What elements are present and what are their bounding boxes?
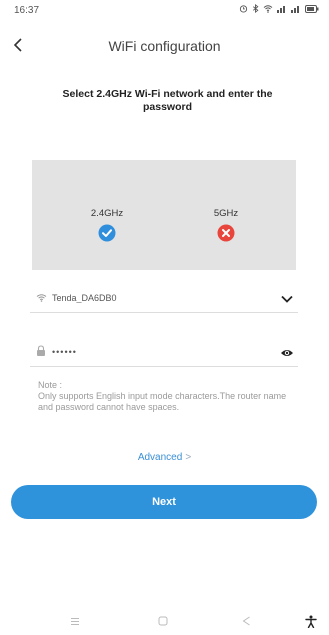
note-title: Note : — [38, 380, 63, 390]
lock-icon — [37, 345, 45, 356]
menu-icon — [71, 617, 79, 625]
wifi-select-dropdown[interactable] — [278, 290, 296, 308]
toggle-password-visibility[interactable] — [278, 344, 296, 362]
advanced-link[interactable]: Advanced > — [0, 452, 329, 463]
chevron-right-icon: > — [185, 452, 192, 463]
battery-icon — [305, 4, 319, 13]
band-label: 5GHz — [213, 208, 239, 219]
note-body: Only supports English input mode charact… — [38, 391, 287, 412]
status-bar: 16:37 — [0, 0, 329, 22]
signal-icon — [277, 6, 285, 13]
header: WiFi configuration — [0, 30, 329, 60]
signal-icon — [291, 6, 299, 13]
password-input[interactable] — [52, 347, 252, 357]
check-icon — [98, 224, 116, 242]
advanced-label: Advanced — [137, 452, 183, 463]
password-field[interactable] — [30, 338, 298, 367]
band-label: 2.4GHz — [90, 208, 124, 219]
band-5ghz: 5GHz — [196, 208, 256, 242]
back-icon — [242, 616, 250, 626]
wifi-icon — [36, 294, 47, 302]
nav-home-button[interactable] — [154, 612, 172, 630]
note-section: Note : Only supports English input mode … — [38, 380, 288, 413]
band-illustration: 2.4GHz 5GHz — [32, 160, 296, 270]
home-icon — [158, 616, 168, 626]
page-title: WiFi configuration — [108, 38, 221, 54]
system-nav-bar — [0, 608, 329, 632]
accessibility-icon — [305, 615, 317, 628]
nav-back-button[interactable] — [237, 612, 255, 630]
eye-icon — [281, 350, 293, 356]
nav-accessibility-button[interactable] — [302, 612, 320, 630]
close-icon — [217, 224, 235, 242]
instruction-text: Select 2.4GHz Wi-Fi network and enter th… — [62, 88, 273, 113]
wifi-name-input[interactable] — [52, 293, 252, 303]
bluetooth-icon — [252, 4, 259, 13]
nav-menu-button[interactable] — [66, 612, 84, 630]
wifi-icon — [263, 5, 273, 13]
band-2-4ghz: 2.4GHz — [77, 208, 137, 242]
status-icons — [239, 4, 319, 13]
next-button[interactable]: Next — [11, 485, 317, 519]
alarm-icon — [239, 5, 248, 13]
status-time: 16:37 — [14, 5, 40, 16]
chevron-down-icon — [281, 295, 293, 303]
wifi-name-field[interactable] — [30, 284, 298, 313]
